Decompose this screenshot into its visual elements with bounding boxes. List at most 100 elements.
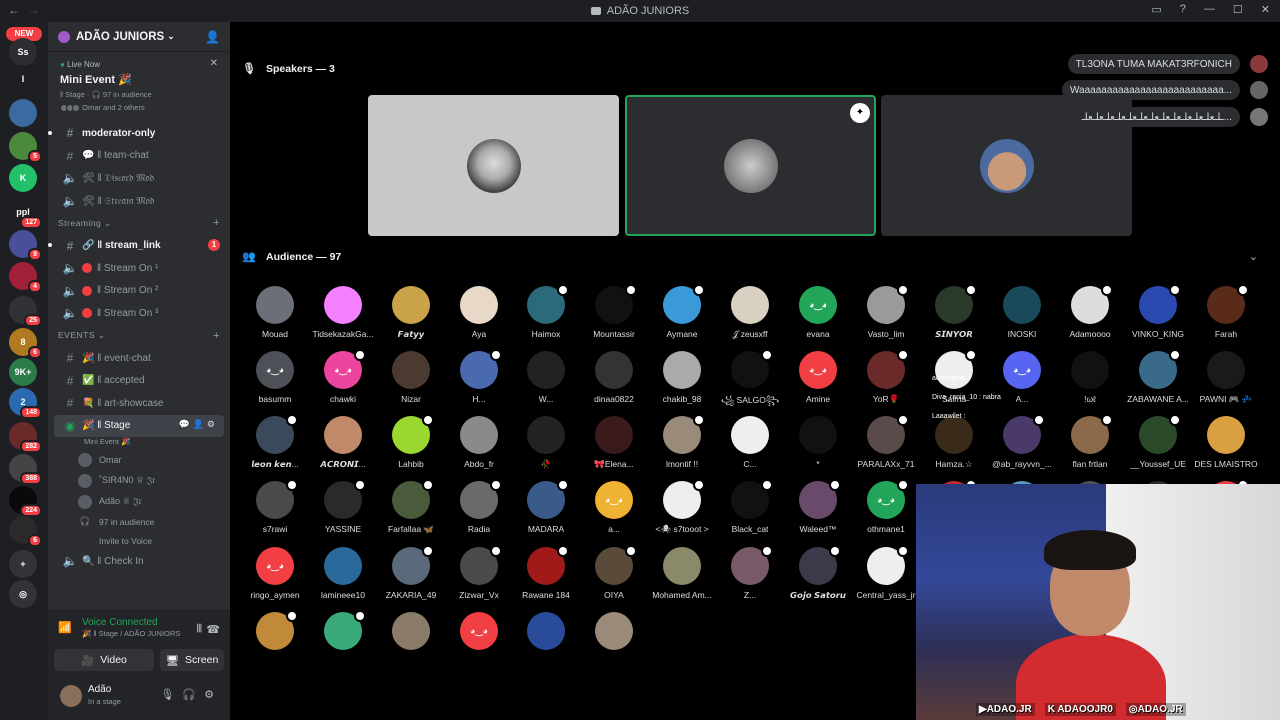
audience-member[interactable]: ◕‿◕ a...	[578, 481, 650, 541]
stage-channel-actions[interactable]: 💬👤⚙	[179, 419, 218, 430]
audience-member[interactable]: 𝘼𝘾𝙍𝙊𝙉𝙄...	[307, 416, 379, 476]
audience-member[interactable]: C...	[714, 416, 786, 476]
audience-member[interactable]: Black_cat	[714, 479, 786, 541]
signal-icon[interactable]: 📶	[58, 621, 72, 635]
server-icon[interactable]: 4	[9, 262, 42, 293]
channel-check-in[interactable]: 🔈 🔍 ‖ Check In	[48, 550, 230, 573]
server-icon[interactable]: 388	[9, 454, 42, 485]
audience-member[interactable]: Haimox	[510, 284, 582, 346]
speaker-tile[interactable]	[368, 95, 619, 236]
audience-member[interactable]: Central_yass_jr	[850, 545, 922, 607]
audience-member[interactable]: 𝙡𝙚𝙤𝙣 𝙠𝙚𝙣...	[239, 414, 311, 476]
audience-member[interactable]: YASSINE	[307, 479, 379, 541]
server-icon[interactable]: 6	[9, 516, 42, 547]
audience-member[interactable]: ◕‿◕ basumm	[239, 351, 311, 411]
microphone-icon[interactable]: 🎙	[160, 689, 182, 701]
audience-member[interactable]: Aya	[443, 286, 515, 346]
guild-header[interactable]: ADÃO JUNIORS ⌄ 👤	[48, 22, 230, 52]
disconnect-icon[interactable]: ☎	[206, 623, 220, 636]
audience-member[interactable]: Lahbib	[375, 414, 447, 476]
stage-channel[interactable]: ◉ 🎉 ‖ Stage 💬👤⚙	[54, 414, 224, 438]
server-icon[interactable]: 282	[9, 422, 42, 453]
audience-member[interactable]: 🎀Elena...	[578, 416, 650, 476]
audience-member[interactable]: ZABAWANE A...	[1122, 349, 1194, 411]
audience-member[interactable]	[510, 612, 582, 672]
audience-member[interactable]: 𝙁𝙖𝙩𝙮𝙮	[375, 286, 447, 346]
add-channel-icon[interactable]: +	[213, 217, 220, 229]
server-icon[interactable]: ◎	[9, 580, 37, 608]
audience-member[interactable]: YoR🌹	[850, 349, 922, 411]
audience-member[interactable]: ◕‿◕ evana	[782, 286, 854, 346]
audience-member[interactable]: PAWNI 🎮 💤	[1190, 351, 1262, 411]
audience-member[interactable]: MADARA	[510, 479, 582, 541]
server-icon[interactable]: +	[9, 550, 37, 578]
audience-member[interactable]: Radia	[443, 479, 515, 541]
audience-member[interactable]: 🥀	[510, 416, 582, 476]
audience-member[interactable]	[239, 610, 311, 672]
channel-item[interactable]: # 💐 ‖ art-showcase	[48, 392, 230, 415]
invite-to-voice[interactable]: Invite to Voice	[48, 531, 230, 550]
server-icon[interactable]: Ss	[9, 38, 37, 66]
audience-member[interactable]: dinaa0822	[578, 351, 650, 411]
audience-member[interactable]: Farah	[1190, 284, 1262, 346]
audience-member[interactable]: Hamza.☆	[918, 416, 990, 476]
audience-member[interactable]: 𝙂𝙤𝙟𝙤 𝙎𝙖𝙩𝙤𝙧𝙪	[782, 545, 854, 607]
audience-member[interactable]: <🕷 s7tooot >	[646, 479, 718, 541]
audience-member[interactable]: INOSKI	[986, 286, 1058, 346]
category-streaming[interactable]: Streaming ⌄ +	[48, 212, 230, 234]
audience-member[interactable]: Adamoooo	[1054, 284, 1126, 346]
live-event-card[interactable]: ● Live Now Mini Event 🎉 ‖ Stage · 🎧 97 i…	[54, 56, 224, 118]
close-icon[interactable]: ✕	[1261, 3, 1270, 16]
channel-item[interactable]: # moderator-only	[48, 122, 230, 145]
audience-member[interactable]: Z...	[714, 545, 786, 607]
audience-member[interactable]: *	[782, 416, 854, 476]
audience-member[interactable]: __Youssef_UE	[1122, 414, 1194, 476]
channel-item[interactable]: 🔈 ‖ Stream On ¹	[48, 257, 230, 280]
avatar[interactable]	[60, 685, 82, 707]
audience-member[interactable]: Farfallaa 🦋	[375, 479, 447, 541]
audience-member[interactable]	[578, 612, 650, 672]
channel-item[interactable]: # 🎉 ‖ event-chat	[48, 347, 230, 370]
audience-member[interactable]: DES LMAISTRO	[1190, 416, 1262, 476]
collapse-chevron-icon[interactable]: ⌄	[1249, 250, 1258, 263]
audience-member[interactable]: 𝙎𝙄𝙉𝙔𝙊𝙍	[918, 284, 990, 346]
audience-member[interactable]: ꧁ SALGO꧂	[714, 349, 786, 411]
audience-member[interactable]: s7rawi	[239, 479, 311, 541]
audience-member[interactable]: 𝒥 zeusxff	[714, 286, 786, 346]
channel-item[interactable]: # 💬 ‖ team-chat	[48, 145, 230, 168]
channel-item[interactable]: # ✅ ‖ accepted	[48, 369, 230, 392]
audience-member[interactable]: !ωℓ	[1054, 351, 1126, 411]
speaker-tile-active[interactable]: ✦	[625, 95, 876, 236]
screen-button[interactable]: 🖥 Screen	[160, 649, 224, 671]
noise-suppression-icon[interactable]: 𝄃𝄃	[197, 623, 202, 636]
audience-member[interactable]: PARALAXx_71	[850, 414, 922, 476]
audience-member[interactable]: flan frtlan	[1054, 414, 1126, 476]
audience-member[interactable]: Mountassir	[578, 284, 650, 346]
audience-member[interactable]	[307, 610, 379, 672]
server-icon[interactable]: 86	[9, 328, 42, 359]
forward-arrow-icon[interactable]: →	[28, 3, 40, 17]
stage-user[interactable]: ˚SIR4N0 ♕ 𝔍𝔯	[48, 470, 230, 491]
back-arrow-icon[interactable]: ←	[8, 3, 20, 17]
channel-item[interactable]: 🔈 ‖ Stream On ³	[48, 302, 230, 325]
audience-member[interactable]: ZAKARIA_49	[375, 545, 447, 607]
audience-member[interactable]: ◕‿◕	[443, 612, 515, 672]
server-icon[interactable]: K	[9, 164, 37, 192]
audience-member[interactable]: Waleed™	[782, 479, 854, 541]
audience-member[interactable]: OIYA	[578, 545, 650, 607]
server-icon[interactable]: 5	[9, 132, 42, 163]
audience-member[interactable]: W...	[510, 351, 582, 411]
stage-user[interactable]: Omar	[48, 449, 230, 470]
audience-member[interactable]: Abdo_fr	[443, 416, 515, 476]
audience-member[interactable]: H...	[443, 349, 515, 411]
server-icon[interactable]: 9K+	[9, 358, 37, 386]
audience-member[interactable]: Zizwar_Vx	[443, 545, 515, 607]
add-member-icon[interactable]: 👤	[205, 30, 220, 44]
server-icon[interactable]: 2 148	[9, 388, 42, 419]
help-icon[interactable]: ?	[1180, 3, 1186, 16]
audience-member[interactable]: Vasto_lim	[850, 284, 922, 346]
audience-member[interactable]: Rawane 184	[510, 545, 582, 607]
audience-member[interactable]: ◕‿◕ ringo_aymen	[239, 547, 311, 607]
audience-member[interactable]: lamineee10	[307, 547, 379, 607]
maximize-icon[interactable]: ☐	[1233, 3, 1243, 16]
